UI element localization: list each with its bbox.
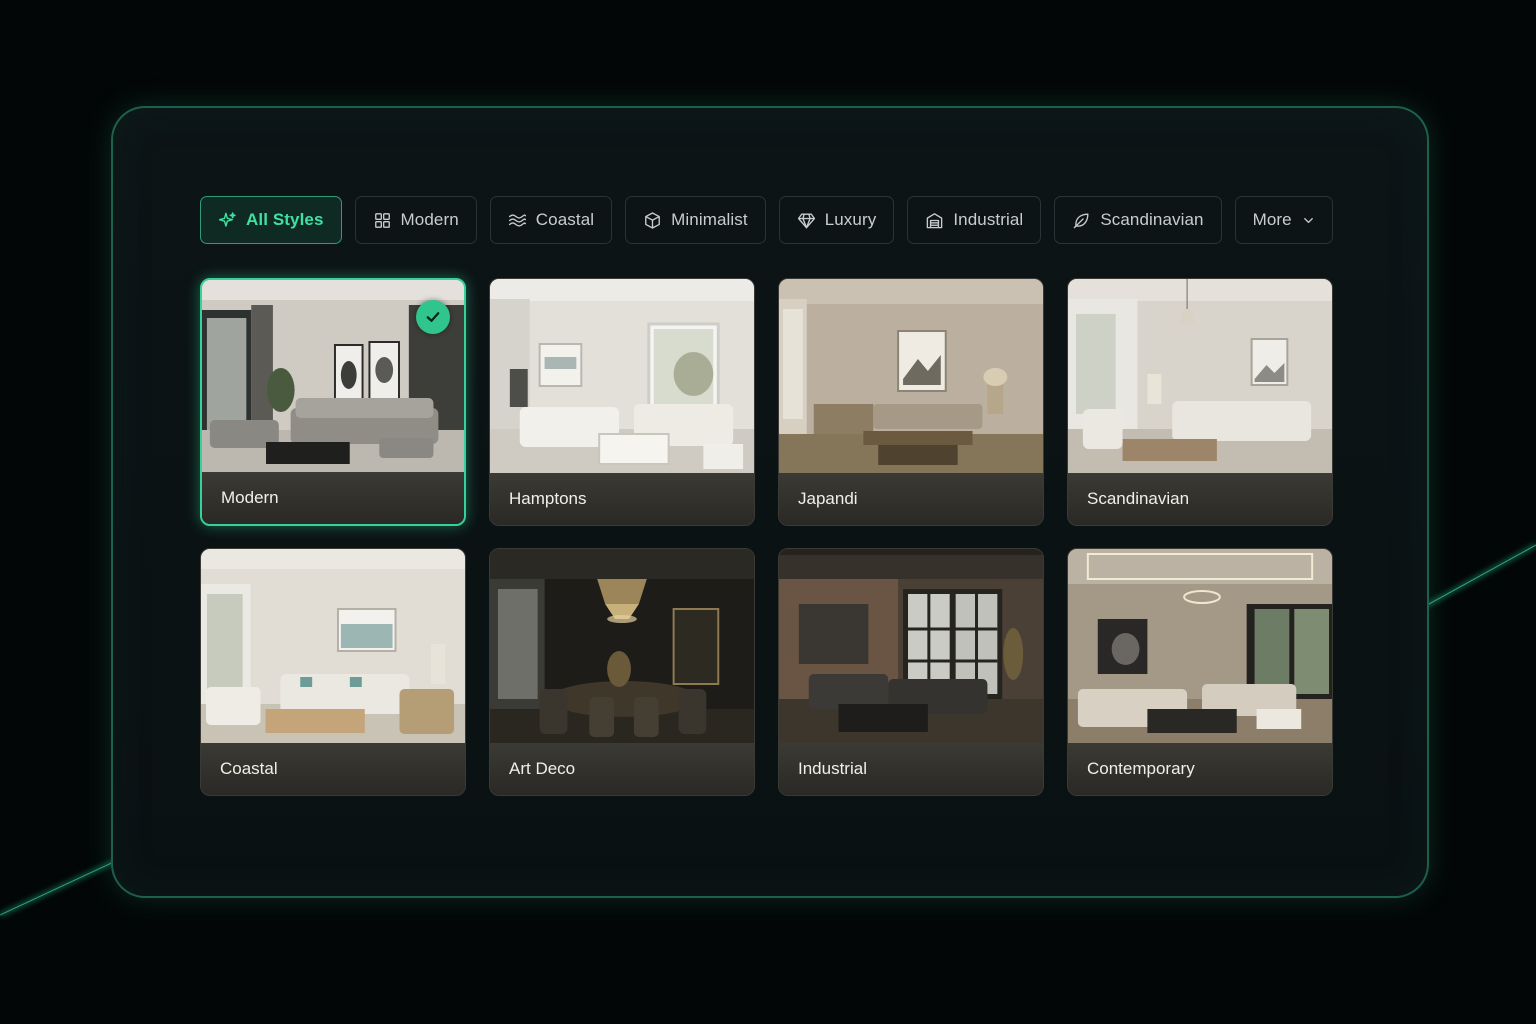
filter-chip-label: Coastal — [535, 210, 595, 229]
filter-chip-label: All Styles — [246, 210, 324, 229]
style-thumbnail-scandinavian — [1068, 279, 1332, 475]
style-thumbnail-hamptons — [490, 279, 754, 475]
style-card-caption: Modern — [202, 472, 464, 524]
filter-chip-industrial[interactable]: Industrial — [907, 196, 1042, 244]
style-thumbnail-japandi — [779, 279, 1043, 475]
style-card-title: Contemporary — [1087, 759, 1195, 778]
style-card-title: Hamptons — [509, 489, 587, 508]
style-card-grid: Modern Hamptons Japandi Scandinavian Coa… — [200, 278, 1333, 796]
style-card-title: Scandinavian — [1087, 489, 1190, 508]
checkmark-icon — [426, 312, 440, 322]
style-thumbnail-industrial — [779, 549, 1043, 745]
style-card-coastal[interactable]: Coastal — [200, 548, 466, 796]
filter-more-dropdown[interactable]: More — [1234, 196, 1333, 244]
sparkle-icon — [218, 211, 236, 227]
filter-chip-luxury[interactable]: Luxury — [778, 196, 895, 244]
style-card-caption: Art Deco — [490, 743, 754, 795]
style-card-contemporary[interactable]: Contemporary — [1067, 548, 1333, 796]
style-card-caption: Hamptons — [490, 473, 754, 525]
style-card-art-deco[interactable]: Art Deco — [489, 548, 755, 796]
style-thumbnail-coastal — [201, 549, 465, 745]
filter-chip-minimalist[interactable]: Minimalist — [625, 196, 766, 244]
style-card-industrial[interactable]: Industrial — [778, 548, 1044, 796]
style-card-caption: Contemporary — [1068, 743, 1332, 795]
style-card-caption: Industrial — [779, 743, 1043, 795]
style-card-title: Japandi — [798, 489, 858, 508]
waves-icon — [508, 213, 526, 227]
style-card-title: Art Deco — [509, 759, 576, 778]
filter-chip-scandinavian[interactable]: Scandinavian — [1054, 196, 1222, 244]
style-card-scandinavian[interactable]: Scandinavian — [1067, 278, 1333, 526]
filter-chip-label: Luxury — [824, 210, 877, 229]
style-card-japandi[interactable]: Japandi — [778, 278, 1044, 526]
style-card-caption: Scandinavian — [1068, 473, 1332, 525]
leaf-icon — [1074, 212, 1089, 228]
filter-chip-modern[interactable]: Modern — [354, 196, 477, 244]
filter-chip-label: More — [1252, 210, 1292, 229]
selected-check-badge — [416, 300, 450, 334]
diamond-icon — [797, 212, 815, 228]
chevron-down-icon — [1303, 217, 1313, 223]
style-filter-bar: All Styles Modern Coastal Minimalist Lux… — [200, 196, 1333, 244]
filter-chip-label: Scandinavian — [1100, 210, 1204, 229]
style-card-caption: Japandi — [779, 473, 1043, 525]
factory-icon — [927, 212, 943, 228]
style-card-caption: Coastal — [201, 743, 465, 795]
style-card-title: Industrial — [798, 759, 867, 778]
app-stage: All Styles Modern Coastal Minimalist Lux… — [0, 0, 1536, 1024]
filter-chip-all-styles[interactable]: All Styles — [200, 196, 342, 244]
filter-chip-label: Minimalist — [671, 210, 748, 229]
cube-icon — [645, 211, 661, 229]
filter-chip-label: Industrial — [953, 210, 1024, 229]
filter-chip-label: Modern — [400, 210, 459, 229]
filter-chip-coastal[interactable]: Coastal — [489, 196, 613, 244]
style-thumbnail-contemporary — [1068, 549, 1332, 745]
style-card-title: Modern — [221, 488, 279, 507]
style-card-hamptons[interactable]: Hamptons — [489, 278, 755, 526]
grid-icon — [374, 212, 390, 228]
style-thumbnail-art-deco — [490, 549, 754, 745]
style-card-modern[interactable]: Modern — [200, 278, 466, 526]
style-card-title: Coastal — [220, 759, 278, 778]
